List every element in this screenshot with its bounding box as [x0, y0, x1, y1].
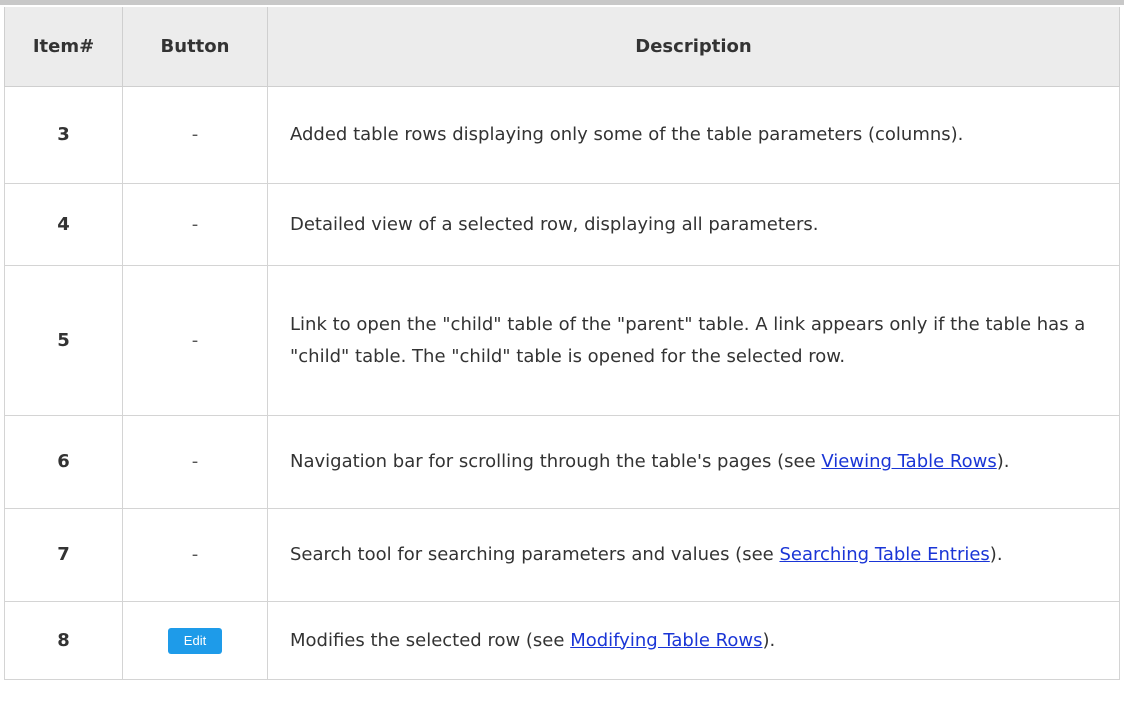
row-description: Navigation bar for scrolling through the… — [267, 415, 1120, 509]
description-text: ). — [996, 451, 1010, 472]
table-header-row: Item# Button Description — [4, 7, 1120, 87]
row-button-cell: - — [122, 183, 268, 266]
header-description: Description — [267, 7, 1120, 87]
table-row: 4 - Detailed view of a selected row, dis… — [4, 183, 1120, 266]
row-item-number: 4 — [4, 183, 123, 266]
row-item-number: 8 — [4, 601, 123, 680]
header-button: Button — [122, 7, 268, 87]
modifying-table-rows-link[interactable]: Modifying Table Rows — [570, 630, 762, 651]
header-item: Item# — [4, 7, 123, 87]
description-text: ). — [762, 629, 776, 651]
row-item-number: 5 — [4, 265, 123, 416]
searching-table-entries-link[interactable]: Searching Table Entries — [779, 544, 989, 565]
table-row: 5 - Link to open the "child" table of th… — [4, 265, 1120, 416]
viewing-table-rows-link[interactable]: Viewing Table Rows — [821, 451, 996, 472]
row-item-number: 6 — [4, 415, 123, 509]
table-row: 8 Edit Modifies the selected row (see Mo… — [4, 601, 1120, 680]
description-text: Modifies the selected row (see — [290, 629, 571, 651]
description-text: Search tool for searching parameters and… — [290, 544, 780, 565]
row-description: Added table rows displaying only some of… — [267, 86, 1120, 184]
table-row: 7 - Search tool for searching parameters… — [4, 508, 1120, 602]
row-button-cell: - — [122, 265, 268, 416]
row-button-cell: Edit — [122, 601, 268, 680]
row-button-cell: - — [122, 415, 268, 509]
edit-button[interactable]: Edit — [168, 627, 222, 654]
description-text: ). — [989, 544, 1003, 565]
row-button-cell: - — [122, 86, 268, 184]
button-description-table: Item# Button Description 3 - Added table… — [4, 7, 1120, 680]
row-description: Link to open the "child" table of the "p… — [267, 265, 1120, 416]
table-row: 3 - Added table rows displaying only som… — [4, 86, 1120, 184]
description-text: Navigation bar for scrolling through the… — [290, 451, 822, 472]
row-button-cell: - — [122, 508, 268, 602]
row-description: Search tool for searching parameters and… — [267, 508, 1120, 602]
row-description: Modifies the selected row (see Modifying… — [267, 601, 1120, 680]
top-rule — [0, 0, 1124, 5]
table-row: 6 - Navigation bar for scrolling through… — [4, 415, 1120, 509]
row-description: Detailed view of a selected row, display… — [267, 183, 1120, 266]
document-page: Item# Button Description 3 - Added table… — [0, 0, 1124, 720]
row-item-number: 7 — [4, 508, 123, 602]
row-item-number: 3 — [4, 86, 123, 184]
